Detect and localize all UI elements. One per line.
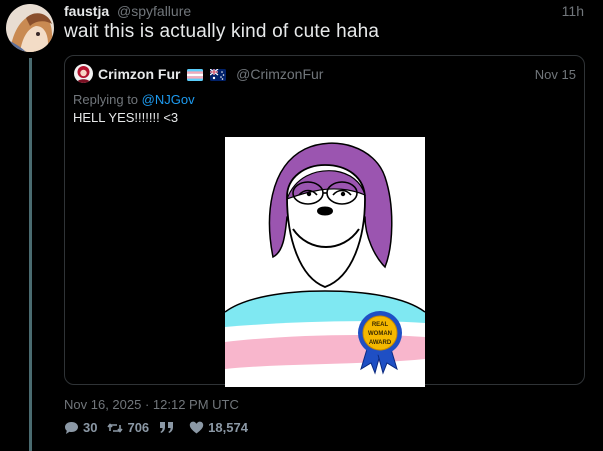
quote-icon — [160, 422, 174, 433]
author-name[interactable]: faustja — [64, 3, 109, 19]
award-badge-line2: WOMAN — [368, 331, 392, 337]
author-handle[interactable]: @spyfallure — [117, 3, 191, 19]
heart-icon — [189, 421, 204, 434]
retweet-icon — [107, 422, 124, 433]
replying-to-line: Replying to @NJGov — [73, 92, 195, 107]
author-avatar[interactable] — [6, 4, 54, 52]
transgender-flag-icon — [187, 68, 204, 84]
post-time[interactable]: 11h — [562, 3, 584, 19]
comment-icon — [65, 421, 78, 434]
australia-flag-icon — [209, 68, 227, 84]
post-timestamp[interactable]: Nov 16, 2025 · 12:12 PM UTC — [64, 397, 239, 412]
engagement-stats: 30 706 18,574 — [64, 420, 258, 435]
thread-line — [29, 58, 32, 451]
replying-to-mention[interactable]: @NJGov — [142, 92, 195, 107]
post-header: faustja @spyfallure 11h — [64, 3, 594, 21]
quoted-post-card[interactable]: Crimzon Fur @CrimzonFur Nov 15 Replying … — [64, 55, 585, 387]
award-badge-line3: AWARD — [369, 340, 392, 346]
award-badge-line1: REAL — [372, 322, 389, 328]
retweet-stat[interactable]: 706 — [107, 420, 149, 435]
replying-to-label: Replying to — [73, 92, 139, 107]
quoted-post-header: Crimzon Fur @CrimzonFur — [98, 66, 323, 84]
quoted-author-handle[interactable]: @CrimzonFur — [236, 66, 323, 82]
post-text: wait this is actually kind of cute haha — [64, 21, 380, 42]
like-count: 18,574 — [208, 420, 248, 435]
quoted-author-avatar[interactable] — [74, 64, 93, 83]
quoted-author-name[interactable]: Crimzon Fur — [98, 66, 180, 82]
retweet-count: 706 — [127, 420, 150, 435]
quoted-post-image[interactable]: REAL WOMAN AWARD — [224, 137, 426, 387]
like-stat[interactable]: 18,574 — [189, 420, 248, 435]
quote-stat[interactable] — [159, 421, 179, 434]
quoted-post-text: HELL YES!!!!!!! <3 — [73, 110, 179, 125]
reply-stat[interactable]: 30 — [64, 420, 97, 435]
quoted-post-date[interactable]: Nov 15 — [535, 67, 576, 82]
reply-count: 30 — [83, 420, 98, 435]
